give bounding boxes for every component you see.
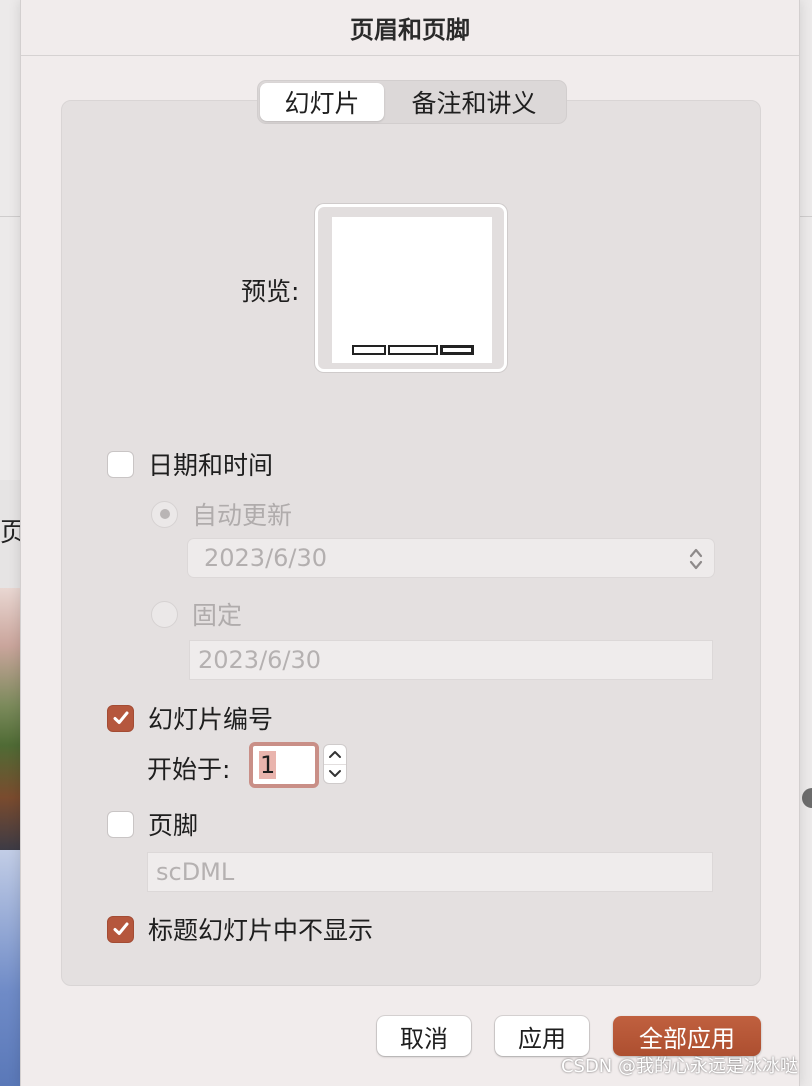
fixed-radio[interactable] xyxy=(151,600,178,628)
preview-date-placeholder xyxy=(352,345,386,355)
preview-footer-placeholder xyxy=(388,345,438,355)
date-time-row: 日期和时间 xyxy=(107,446,273,482)
auto-update-row: 自动更新 xyxy=(151,496,292,532)
start-at-input[interactable]: 1 xyxy=(249,742,319,788)
auto-update-label: 自动更新 xyxy=(192,501,293,530)
tab-slides[interactable]: 幻灯片 xyxy=(260,83,384,121)
stepper-down-button[interactable] xyxy=(324,763,346,784)
auto-update-radio[interactable] xyxy=(151,500,178,528)
dialog-title: 页眉和页脚 xyxy=(21,0,799,56)
radio-dot-icon xyxy=(159,509,170,519)
preview-label: 预览: xyxy=(241,277,300,306)
checkmark-icon xyxy=(113,711,128,724)
apply-all-button[interactable]: 全部应用 xyxy=(613,1016,761,1056)
apply-button[interactable]: 应用 xyxy=(495,1016,589,1056)
hide-on-title-label: 标题幻灯片中不显示 xyxy=(148,916,374,945)
fixed-date-field[interactable]: 2023/6/30 xyxy=(189,640,713,680)
slide-number-row: 幻灯片编号 xyxy=(107,700,273,736)
start-at-row: 开始于: xyxy=(147,750,230,786)
background-slide-thumbnail xyxy=(0,588,22,850)
checkmark-icon xyxy=(113,922,128,935)
chevron-down-icon xyxy=(329,769,341,777)
preview-thumbnail xyxy=(315,204,507,372)
footer-label: 页脚 xyxy=(148,811,199,840)
tab-control: 幻灯片 备注和讲义 xyxy=(257,80,567,124)
date-format-value: 2023/6/30 xyxy=(204,544,328,572)
start-at-value: 1 xyxy=(259,751,277,779)
header-footer-dialog: 页眉和页脚 幻灯片 备注和讲义 预览: 日期和时间 自动更新 2023/6/30… xyxy=(20,0,800,1086)
slide-number-label: 幻灯片编号 xyxy=(148,705,274,734)
start-at-label: 开始于: xyxy=(147,755,231,784)
slide-number-checkbox[interactable] xyxy=(107,704,134,732)
date-format-popup[interactable]: 2023/6/30 xyxy=(187,538,715,578)
tab-notes-handouts[interactable]: 备注和讲义 xyxy=(384,83,564,121)
stepper-up-button[interactable] xyxy=(324,745,346,764)
watermark-text: CSDN @我的心永远是冰冰哒 xyxy=(560,1056,798,1077)
start-at-stepper xyxy=(323,744,347,784)
date-time-checkbox[interactable] xyxy=(107,450,134,478)
fixed-row: 固定 xyxy=(151,596,242,632)
date-time-label: 日期和时间 xyxy=(148,451,274,480)
fixed-label: 固定 xyxy=(192,601,243,630)
hide-on-title-checkbox[interactable] xyxy=(107,915,134,943)
cancel-button[interactable]: 取消 xyxy=(377,1016,471,1056)
footer-checkbox[interactable] xyxy=(107,810,134,838)
preview-number-placeholder xyxy=(440,345,474,355)
hide-on-title-row: 标题幻灯片中不显示 xyxy=(107,911,373,947)
background-slide-thumbnail-blue xyxy=(0,850,22,1086)
chevron-updown-icon xyxy=(688,545,704,579)
background-left-text: 页 xyxy=(0,518,22,548)
preview-slide xyxy=(332,217,492,363)
chevron-up-icon xyxy=(329,751,341,759)
footer-row: 页脚 xyxy=(107,806,198,842)
footer-text-field[interactable]: scDML xyxy=(147,852,713,892)
